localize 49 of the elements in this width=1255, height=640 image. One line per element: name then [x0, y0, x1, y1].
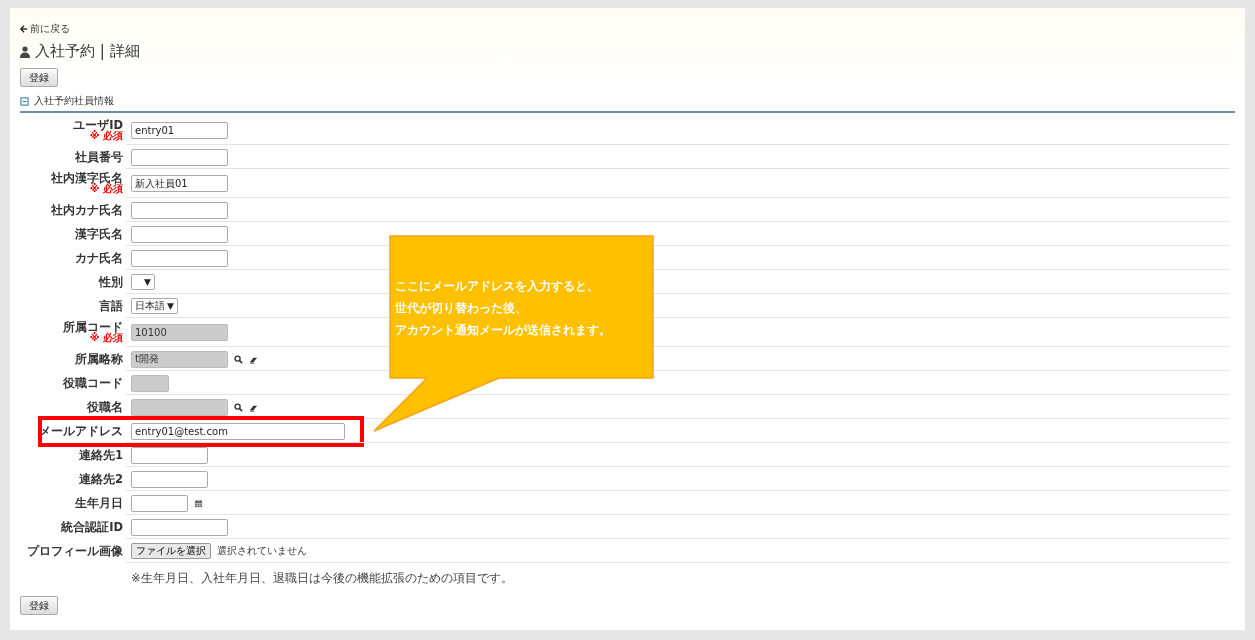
- field-label: 統合認証ID: [61, 520, 123, 534]
- collapse-icon[interactable]: [20, 96, 29, 106]
- file-status: 選択されていません: [217, 544, 307, 558]
- required-note: ※ 必須: [89, 333, 123, 344]
- search-icon[interactable]: [234, 402, 243, 412]
- text-field[interactable]: [131, 374, 169, 392]
- section-title: 入社予約社員情報: [34, 94, 114, 108]
- text-field[interactable]: [131, 398, 228, 416]
- text-field[interactable]: [131, 148, 228, 166]
- field-label: 性別: [99, 275, 123, 289]
- text-field[interactable]: [131, 201, 228, 219]
- field-label: 役職コード: [63, 376, 123, 390]
- text-field[interactable]: 新入社員01: [131, 175, 228, 192]
- calendar-icon[interactable]: [194, 498, 203, 508]
- field-label: 役職名: [87, 400, 123, 414]
- text-field[interactable]: entry01@test.com: [131, 422, 345, 440]
- text-field[interactable]: [131, 518, 228, 536]
- text-field[interactable]: [131, 470, 208, 488]
- dropdown[interactable]: 日本語 ▼: [131, 298, 178, 314]
- field-label: 言語: [99, 299, 123, 313]
- text-field[interactable]: entry01: [131, 122, 228, 139]
- field-label: カナ氏名: [75, 251, 123, 265]
- required-note: ※ 必須: [89, 131, 123, 142]
- user-icon: [20, 45, 30, 58]
- field-label: 社内カナ氏名: [51, 203, 123, 217]
- search-icon[interactable]: [234, 354, 243, 364]
- file-choose-button[interactable]: ファイルを選択: [131, 543, 211, 559]
- text-field[interactable]: [131, 249, 228, 267]
- register-button[interactable]: 登録: [20, 596, 58, 615]
- text-field[interactable]: [131, 494, 188, 512]
- back-link[interactable]: 前に戻る: [20, 22, 70, 36]
- footnote: ※生年月日、入社年月日、退職日は今後の機能拡張のための項目です。: [131, 571, 513, 585]
- field-label: プロフィール画像: [27, 544, 123, 558]
- dropdown[interactable]: ▼: [131, 274, 155, 290]
- left-arrow-icon: [20, 25, 28, 33]
- callout-text: ここにメールアドレスを入力すると、 世代が切り替わった後、 アカウント通知メールが送信されます。: [395, 278, 611, 339]
- field-label: 連絡先1: [79, 448, 123, 462]
- page-title: 入社予約 | 詳細: [35, 42, 140, 61]
- required-note: ※ 必須: [89, 184, 123, 195]
- text-field[interactable]: [131, 225, 228, 243]
- register-button[interactable]: 登録: [20, 68, 58, 87]
- field-label: 社員番号: [75, 150, 123, 164]
- field-label: 連絡先2: [79, 472, 123, 486]
- text-field[interactable]: 10100: [131, 324, 228, 341]
- text-field[interactable]: t開発: [131, 350, 228, 368]
- field-label: 社内漢字氏名: [51, 172, 123, 185]
- field-label: 生年月日: [75, 496, 123, 510]
- field-label: 漢字氏名: [75, 227, 123, 241]
- field-label: 所属略称: [75, 352, 123, 366]
